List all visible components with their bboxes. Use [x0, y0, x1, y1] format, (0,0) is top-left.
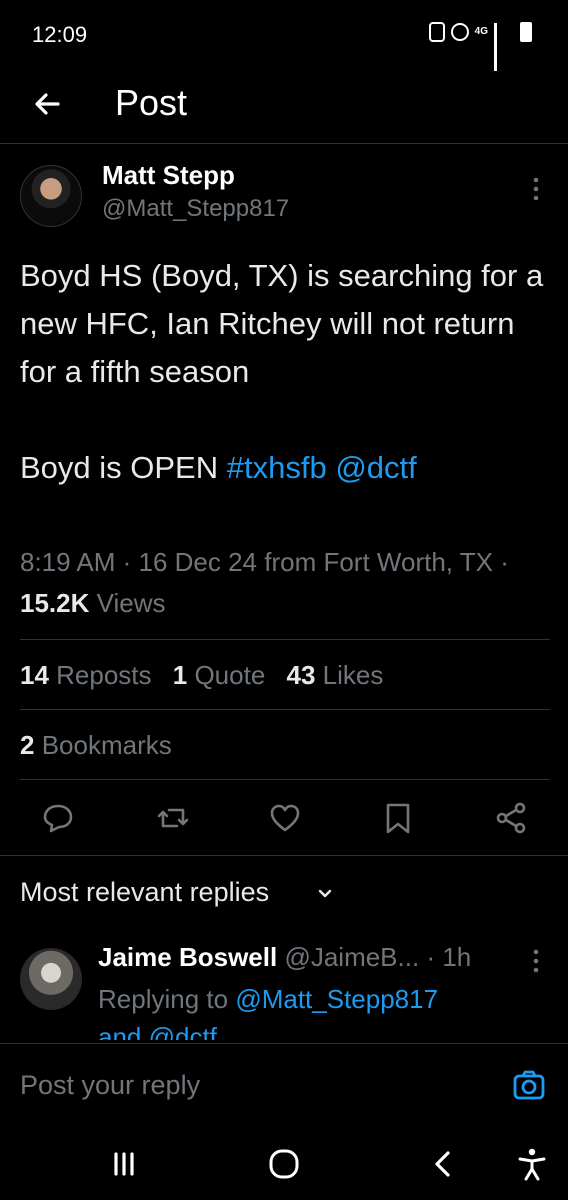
reply-author-name[interactable]: Jaime Boswell	[98, 942, 277, 972]
status-icons: 4G	[428, 22, 532, 71]
reply-icon[interactable]	[40, 800, 76, 836]
quotes-label: Quote	[187, 660, 266, 690]
reposts-stat[interactable]: 14 Reposts	[20, 660, 152, 690]
views-count: 15.2K	[20, 588, 90, 618]
reposts-count: 14	[20, 660, 49, 690]
tweet-body-text-2: Boyd is OPEN	[20, 450, 227, 485]
status-time: 12:09	[32, 22, 88, 47]
tweet-timestamp: 8:19 AM · 16 Dec 24 from Fort Worth, TX …	[20, 547, 509, 577]
network-type-icon: 4G	[474, 26, 488, 37]
mention-link[interactable]: @dctf	[335, 450, 416, 485]
reply-more-options-icon[interactable]	[528, 948, 544, 974]
action-bar	[0, 800, 568, 840]
tweet-body-text: Boyd HS (Boyd, TX) is searching for a ne…	[20, 258, 544, 389]
reposts-label: Reposts	[48, 660, 152, 690]
accessibility-icon[interactable]	[512, 1146, 552, 1182]
replying-to-line: Replying to @Matt_Stepp817 and @dctf	[98, 980, 518, 1040]
quotes-stat[interactable]: 1 Quote	[173, 660, 266, 690]
reply-author-line: Jaime Boswell @JaimeB... · 1h	[98, 942, 471, 973]
reply-composer: Post your reply	[0, 1043, 568, 1128]
likes-stat[interactable]: 43 Likes	[287, 660, 384, 690]
tweet-meta: 8:19 AM · 16 Dec 24 from Fort Worth, TX …	[20, 542, 550, 624]
share-icon[interactable]	[493, 800, 529, 836]
divider	[20, 639, 550, 640]
bookmark-icon[interactable]	[380, 800, 416, 836]
reply-author-avatar[interactable]	[20, 948, 82, 1010]
reply-time: · 1h	[426, 942, 472, 972]
quotes-count: 1	[172, 660, 188, 690]
likes-label: Likes	[315, 660, 384, 690]
reply-input[interactable]: Post your reply	[20, 1070, 200, 1101]
like-heart-icon[interactable]	[267, 800, 303, 836]
author-handle[interactable]: @Matt_Stepp817	[102, 195, 289, 223]
recent-apps-icon[interactable]	[104, 1146, 144, 1182]
tweet-text: Boyd HS (Boyd, TX) is searching for a ne…	[20, 252, 550, 492]
replying-and-link[interactable]: and @dctf	[98, 1022, 217, 1040]
recycle-icon	[428, 22, 445, 42]
engagement-stats: 14 Reposts 1 Quote 43 Likes	[20, 660, 383, 691]
bookmarks-count: 2	[20, 730, 35, 760]
repost-icon[interactable]	[155, 800, 191, 836]
camera-icon[interactable]	[512, 1068, 546, 1102]
replying-prefix: Replying to	[98, 984, 236, 1014]
author-name[interactable]: Matt Stepp	[102, 160, 235, 191]
back-nav-icon[interactable]	[424, 1146, 464, 1182]
divider	[20, 709, 550, 710]
bookmarks-stat[interactable]: 2 Bookmarks	[20, 730, 172, 761]
bookmarks-label: Bookmarks	[34, 730, 172, 760]
divider	[0, 855, 568, 856]
back-arrow-icon[interactable]	[28, 84, 68, 124]
battery-icon	[520, 22, 532, 42]
replies-sort-label[interactable]: Most relevant replies	[20, 877, 269, 908]
signal-icon	[494, 23, 514, 71]
reply-author-handle[interactable]: @JaimeB...	[284, 942, 419, 972]
divider	[20, 779, 550, 780]
page-title: Post	[115, 82, 188, 123]
home-icon[interactable]	[264, 1146, 304, 1182]
author-avatar[interactable]	[20, 165, 82, 227]
alarm-icon	[450, 23, 469, 41]
views-label: Views	[89, 588, 166, 618]
system-nav-bar	[0, 1128, 568, 1200]
more-options-icon[interactable]	[528, 176, 544, 202]
likes-count: 43	[286, 660, 316, 690]
top-bar: Post	[0, 70, 568, 144]
chevron-down-icon[interactable]	[316, 884, 334, 902]
replying-to-link[interactable]: @Matt_Stepp817	[235, 984, 438, 1014]
hashtag-link[interactable]: #txhsfb	[227, 450, 327, 485]
status-bar: 12:09 4G	[0, 0, 568, 71]
